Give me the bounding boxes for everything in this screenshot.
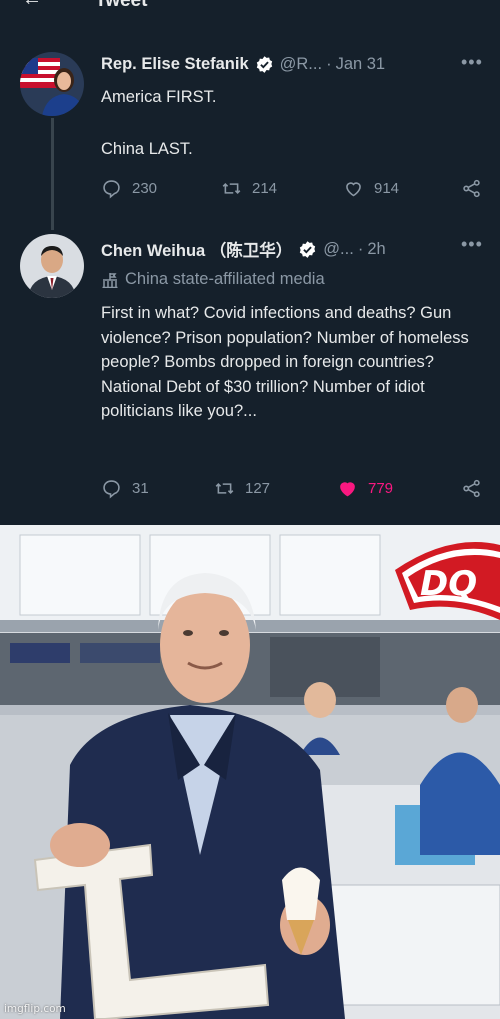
- reply-button[interactable]: 31: [101, 478, 149, 499]
- verified-badge-icon: [298, 240, 317, 259]
- dq-logo-text: DQ: [420, 564, 477, 604]
- page-title: Tweet: [95, 0, 148, 11]
- tweet-header: Chen Weihua （陈卫华） @... · 2h: [101, 237, 386, 261]
- retweet-button[interactable]: 127: [214, 478, 270, 499]
- tweet-text: First in what? Covid infections and deat…: [101, 304, 469, 420]
- tweet-actions: 230 214 914: [101, 178, 486, 202]
- separator-dot: ·: [357, 239, 364, 258]
- share-icon: [463, 479, 480, 498]
- more-options-icon[interactable]: •••: [461, 52, 483, 73]
- arrow-left-icon[interactable]: ←: [22, 0, 42, 11]
- state-affiliated-label[interactable]: China state-affiliated media: [101, 270, 325, 289]
- like-button[interactable]: 779: [337, 478, 393, 499]
- share-button[interactable]: [461, 178, 492, 199]
- government-building-icon: [101, 272, 119, 288]
- author-handle[interactable]: @...: [323, 240, 354, 259]
- reply-count: 31: [132, 480, 149, 497]
- avatar[interactable]: [20, 52, 84, 116]
- ice-cream-shop-scene: DQ: [0, 525, 500, 1019]
- tweet-thread: ← Tweet Rep. Elise Stefanik @R... · Jan …: [0, 0, 500, 523]
- reply-count: 230: [132, 180, 158, 197]
- retweet-count: 127: [245, 480, 271, 497]
- tweet-text-line: China LAST.: [101, 140, 193, 158]
- meme-photo: DQ: [0, 525, 500, 1019]
- like-button[interactable]: 914: [343, 178, 399, 199]
- thread-connector: [51, 118, 54, 230]
- state-affiliated-text: China state-affiliated media: [125, 270, 325, 288]
- retweet-icon: [215, 483, 234, 494]
- tweet-header: Rep. Elise Stefanik @R... · Jan 31: [101, 55, 385, 74]
- retweet-count: 214: [252, 180, 278, 197]
- tweet-text-line: America FIRST.: [101, 88, 217, 106]
- tweet-timestamp[interactable]: Jan 31: [336, 55, 386, 74]
- heart-icon: [346, 182, 361, 197]
- reply-icon: [103, 180, 120, 199]
- reply-button[interactable]: 230: [101, 178, 157, 199]
- tweet-timestamp[interactable]: 2h: [367, 240, 385, 259]
- retweet-button[interactable]: 214: [221, 178, 277, 199]
- author-name[interactable]: Rep. Elise Stefanik: [101, 55, 249, 74]
- separator-dot: ·: [326, 55, 332, 73]
- tweet-actions: 31 127 779: [101, 478, 486, 502]
- retweet-icon: [222, 183, 241, 194]
- like-count: 914: [374, 180, 400, 197]
- reply-icon: [103, 480, 120, 499]
- top-bar: ← Tweet: [0, 0, 500, 14]
- share-button[interactable]: [461, 478, 492, 499]
- imgflip-watermark: imgflip.com: [4, 1003, 66, 1015]
- heart-filled-icon: [340, 482, 355, 497]
- verified-badge-icon: [255, 55, 274, 74]
- avatar[interactable]: [20, 234, 84, 298]
- like-count: 779: [368, 480, 394, 497]
- author-name[interactable]: Chen Weihua （陈卫华）: [101, 237, 292, 261]
- author-handle[interactable]: @R...: [280, 55, 322, 74]
- share-icon: [463, 179, 480, 198]
- more-options-icon[interactable]: •••: [461, 234, 483, 255]
